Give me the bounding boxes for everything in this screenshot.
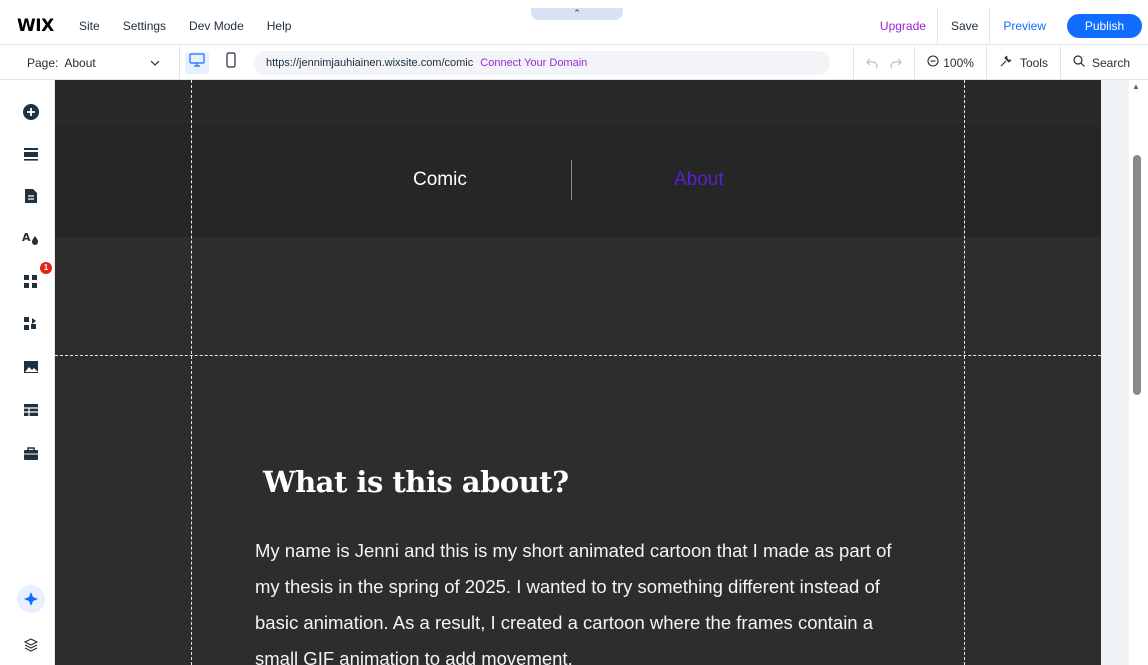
cms-icon[interactable] <box>19 398 43 422</box>
header-strip <box>55 80 1101 124</box>
nav-link-about[interactable]: About <box>674 169 724 191</box>
preview-button[interactable]: Preview <box>990 19 1067 33</box>
connect-domain-link[interactable]: Connect Your Domain <box>480 57 587 69</box>
tools-icon <box>999 54 1013 71</box>
site-url-bar[interactable]: https://jennimjauhiainen.wixsite.com/com… <box>254 50 830 75</box>
editor-toolbar: Page: About https://jennimjauhiainen.wix… <box>0 46 1148 80</box>
editor-canvas[interactable]: Comic About What is this about? My name … <box>55 80 1101 665</box>
svg-text:A: A <box>22 231 31 244</box>
apps-icon[interactable] <box>19 270 43 294</box>
left-sidebar: A <box>0 80 55 665</box>
media-icon[interactable] <box>19 355 43 379</box>
notification-badge: 1 <box>40 262 52 274</box>
chevron-up-icon: ⌃ <box>573 8 581 18</box>
publish-button[interactable]: Publish <box>1067 14 1142 38</box>
page-label: Page: <box>27 55 59 70</box>
desktop-icon <box>189 53 205 72</box>
wix-logo[interactable]: WIX <box>17 16 79 36</box>
site-url: https://jennimjauhiainen.wixsite.com/com… <box>266 56 474 69</box>
mobile-icon <box>226 52 236 73</box>
menu-settings[interactable]: Settings <box>123 19 166 33</box>
business-icon[interactable] <box>19 441 43 465</box>
add-icon[interactable] <box>19 100 43 124</box>
search-button[interactable]: Search <box>1059 46 1148 79</box>
desktop-view-button[interactable] <box>180 46 214 79</box>
zoom-out-icon <box>927 55 939 70</box>
navigation-menu-strip <box>55 124 1101 237</box>
about-paragraph[interactable]: My name is Jenni and this is my short an… <box>255 533 895 665</box>
design-icon[interactable]: A <box>19 226 43 250</box>
gridline-left <box>191 80 192 665</box>
sections-icon[interactable] <box>19 142 43 166</box>
mobile-view-button[interactable] <box>214 46 248 79</box>
canvas-right-margin <box>1101 80 1129 665</box>
zoom-control[interactable]: 100% <box>914 46 986 79</box>
menu-site[interactable]: Site <box>79 19 100 33</box>
undo-redo-group <box>853 46 914 79</box>
gridline-right <box>964 80 965 665</box>
section-divider-guide <box>55 355 1101 356</box>
zoom-level: 100% <box>943 55 974 70</box>
nav-link-comic[interactable]: Comic <box>413 169 467 191</box>
add-apps-icon[interactable] <box>19 312 43 336</box>
chevron-down-icon <box>150 57 160 69</box>
nav-separator <box>571 160 572 200</box>
search-label: Search <box>1091 55 1130 70</box>
search-icon <box>1073 55 1085 70</box>
menu-dev-mode[interactable]: Dev Mode <box>189 19 244 33</box>
ai-assistant-icon[interactable] <box>17 585 45 613</box>
save-button[interactable]: Save <box>938 19 989 33</box>
scrollbar-thumb[interactable] <box>1133 155 1141 395</box>
section-heading[interactable]: What is this about? <box>263 465 569 499</box>
menu-help[interactable]: Help <box>267 19 292 33</box>
page-value: About <box>64 55 96 70</box>
layers-icon[interactable] <box>19 633 43 657</box>
page-selector[interactable]: Page: About <box>0 46 180 79</box>
collapse-toolbar-tab[interactable]: ⌃ <box>531 8 623 20</box>
tools-button[interactable]: Tools <box>985 46 1060 79</box>
pages-icon[interactable] <box>19 184 43 208</box>
redo-icon[interactable] <box>890 55 903 71</box>
undo-icon[interactable] <box>866 55 878 71</box>
tools-label: Tools <box>1019 55 1048 70</box>
scroll-up-icon[interactable]: ▲ <box>1132 82 1140 91</box>
upgrade-link[interactable]: Upgrade <box>880 19 937 33</box>
